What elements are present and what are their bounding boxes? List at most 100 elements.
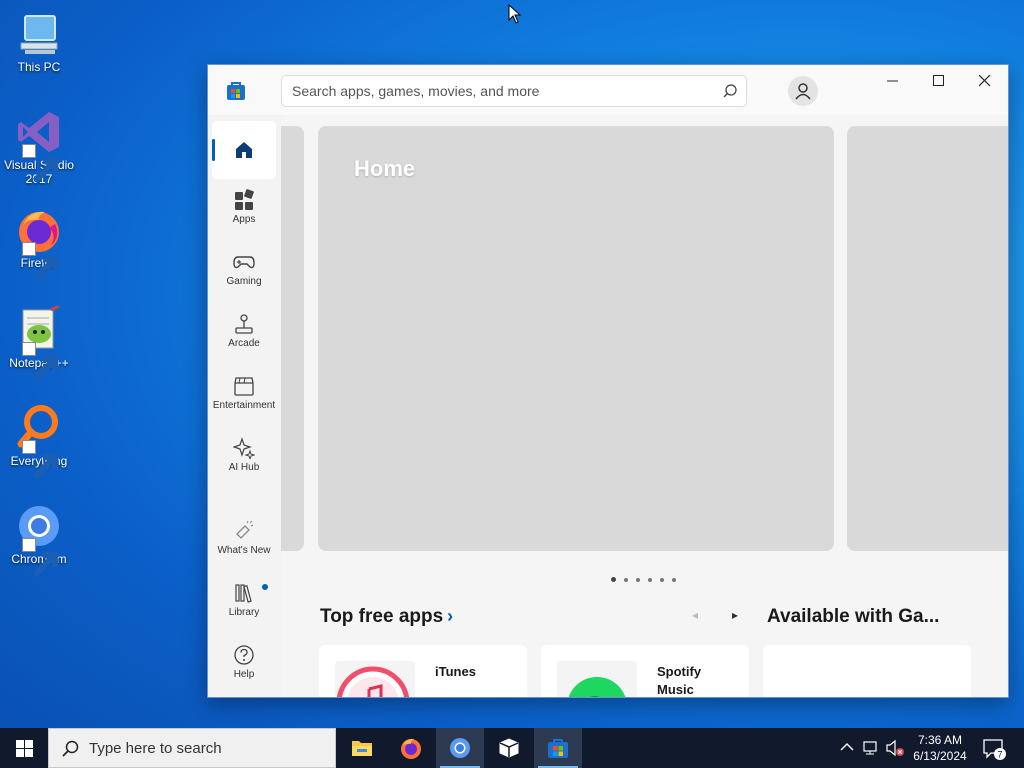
desktop-icon-firefox[interactable]: Firefox	[4, 206, 74, 282]
maximize-button[interactable]	[916, 65, 962, 99]
action-center-button[interactable]: 7	[982, 738, 1006, 765]
close-button[interactable]	[962, 65, 1008, 99]
chromium-icon	[450, 738, 470, 758]
megaphone-icon	[236, 520, 254, 539]
app-card-itunes[interactable]: iTunes	[319, 645, 527, 697]
hero-title: Home	[354, 156, 416, 181]
sparkle-icon	[233, 437, 255, 459]
carousel-dot[interactable]	[636, 578, 640, 582]
nav-item-arcade[interactable]: Arcade	[212, 307, 276, 365]
visual-studio-icon	[15, 108, 63, 184]
nav-item-label: What's New	[217, 545, 271, 556]
speaker-muted-icon	[886, 739, 904, 757]
firefox-icon	[15, 206, 63, 282]
nav-item-label: Apps	[232, 214, 256, 225]
shortcut-arrow-icon	[22, 242, 59, 282]
network-icon	[863, 741, 877, 755]
notification-count: 7	[997, 750, 1002, 760]
itunes-icon	[335, 661, 415, 697]
hero-banner-next[interactable]	[847, 126, 1008, 551]
taskbar-file-explorer[interactable]	[338, 728, 386, 768]
taskbar-package-app[interactable]	[485, 728, 533, 768]
nav-item-gaming[interactable]: Gaming	[212, 245, 276, 303]
carousel-dot[interactable]	[672, 578, 676, 582]
nav-item-label: Library	[228, 607, 260, 618]
minimize-button[interactable]	[870, 65, 916, 99]
package-icon	[499, 738, 519, 758]
nav-item-ai-hub[interactable]: AI Hub	[212, 431, 276, 489]
library-icon	[235, 584, 252, 603]
nav-item-apps[interactable]: Apps	[212, 183, 276, 241]
joystick-icon	[235, 314, 253, 334]
nav-item-entertainment[interactable]: Entertainment	[212, 369, 276, 427]
shortcut-arrow-icon	[22, 144, 59, 184]
desktop-icon-notepad-plus-plus[interactable]: Notepad++	[4, 304, 74, 382]
store-navigation: Apps Gaming Arcade Entertainment AI Hub …	[208, 115, 281, 697]
library-update-badge	[262, 584, 268, 590]
store-search-input[interactable]	[292, 76, 712, 106]
desktop-icon-chromium[interactable]: Chromium	[4, 502, 74, 578]
show-hidden-icons-button[interactable]	[840, 739, 854, 760]
desktop-icon-everything[interactable]: Everything	[4, 404, 74, 480]
store-search-box[interactable]	[281, 75, 747, 107]
network-status-button[interactable]	[862, 739, 880, 762]
spotify-icon	[557, 661, 637, 697]
nav-item-whats-new[interactable]: What's New	[212, 514, 276, 572]
account-avatar-button[interactable]	[788, 76, 818, 106]
taskbar-search-placeholder: Type here to search	[89, 740, 222, 757]
volume-button[interactable]	[885, 739, 905, 762]
nav-item-help[interactable]: Help	[212, 638, 276, 696]
nav-item-label: Arcade	[228, 338, 260, 349]
taskbar: Type here to search 7:36 AM 6/13/2024 7	[0, 728, 1024, 768]
gamepad-icon	[233, 256, 255, 269]
desktop-icon-this-pc[interactable]: This PC	[4, 10, 74, 74]
nav-item-label: AI Hub	[228, 462, 260, 473]
desktop-icon-label: This PC	[17, 60, 61, 74]
minimize-icon	[887, 80, 898, 82]
next-page-button[interactable]: ▸	[732, 608, 738, 622]
nav-item-label: Gaming	[226, 276, 262, 287]
carousel-dot[interactable]	[611, 577, 616, 582]
taskbar-microsoft-store[interactable]	[534, 728, 582, 768]
app-name: Spotify Music	[657, 664, 702, 697]
app-name: iTunes	[435, 664, 476, 679]
taskbar-clock[interactable]: 7:36 AM 6/13/2024	[904, 732, 976, 764]
title-bar	[208, 65, 1008, 115]
nav-item-label: Help	[233, 669, 255, 680]
hero-banner[interactable]: Home	[318, 126, 834, 551]
game-pass-card[interactable]	[763, 645, 971, 697]
taskbar-chromium[interactable]	[436, 728, 484, 768]
start-button[interactable]	[0, 728, 48, 768]
desktop-icon-visual-studio[interactable]: Visual Studio 2017	[4, 108, 74, 186]
nav-item-home[interactable]	[212, 121, 276, 179]
everything-icon	[15, 404, 63, 480]
carousel-dot[interactable]	[660, 578, 664, 582]
person-icon	[795, 83, 811, 100]
notepad-plus-plus-icon	[15, 304, 63, 382]
home-icon	[236, 142, 252, 158]
hero-banner-previous[interactable]	[281, 126, 304, 551]
previous-page-button[interactable]: ◂	[692, 608, 698, 622]
nav-item-library[interactable]: Library	[212, 576, 276, 634]
notification-icon: 7	[983, 739, 1006, 760]
apps-icon	[235, 189, 254, 210]
microsoft-store-window: Apps Gaming Arcade Entertainment AI Hub …	[207, 64, 1009, 698]
this-pc-icon	[15, 10, 63, 58]
clock-date: 6/13/2024	[913, 749, 967, 763]
file-explorer-icon	[352, 741, 372, 756]
carousel-dot[interactable]	[624, 578, 628, 582]
search-icon[interactable]	[722, 83, 740, 101]
shortcut-arrow-icon	[22, 440, 59, 480]
available-with-game-pass-heading[interactable]: Available with Ga...	[767, 606, 939, 628]
store-home-content: Home Top free apps › ◂ ▸ Available with G…	[281, 115, 1008, 697]
app-card-spotify-music[interactable]: Spotify Music	[541, 645, 749, 697]
chevron-up-icon	[840, 743, 854, 751]
microsoft-store-logo-icon	[226, 81, 246, 101]
taskbar-search-box[interactable]: Type here to search	[48, 728, 336, 768]
close-icon	[979, 75, 991, 87]
top-free-apps-heading[interactable]: Top free apps ›	[320, 606, 453, 628]
taskbar-firefox[interactable]	[387, 728, 435, 768]
hero-pagination-dots[interactable]	[611, 569, 684, 587]
clock-time: 7:36 AM	[917, 733, 963, 747]
carousel-dot[interactable]	[648, 578, 652, 582]
